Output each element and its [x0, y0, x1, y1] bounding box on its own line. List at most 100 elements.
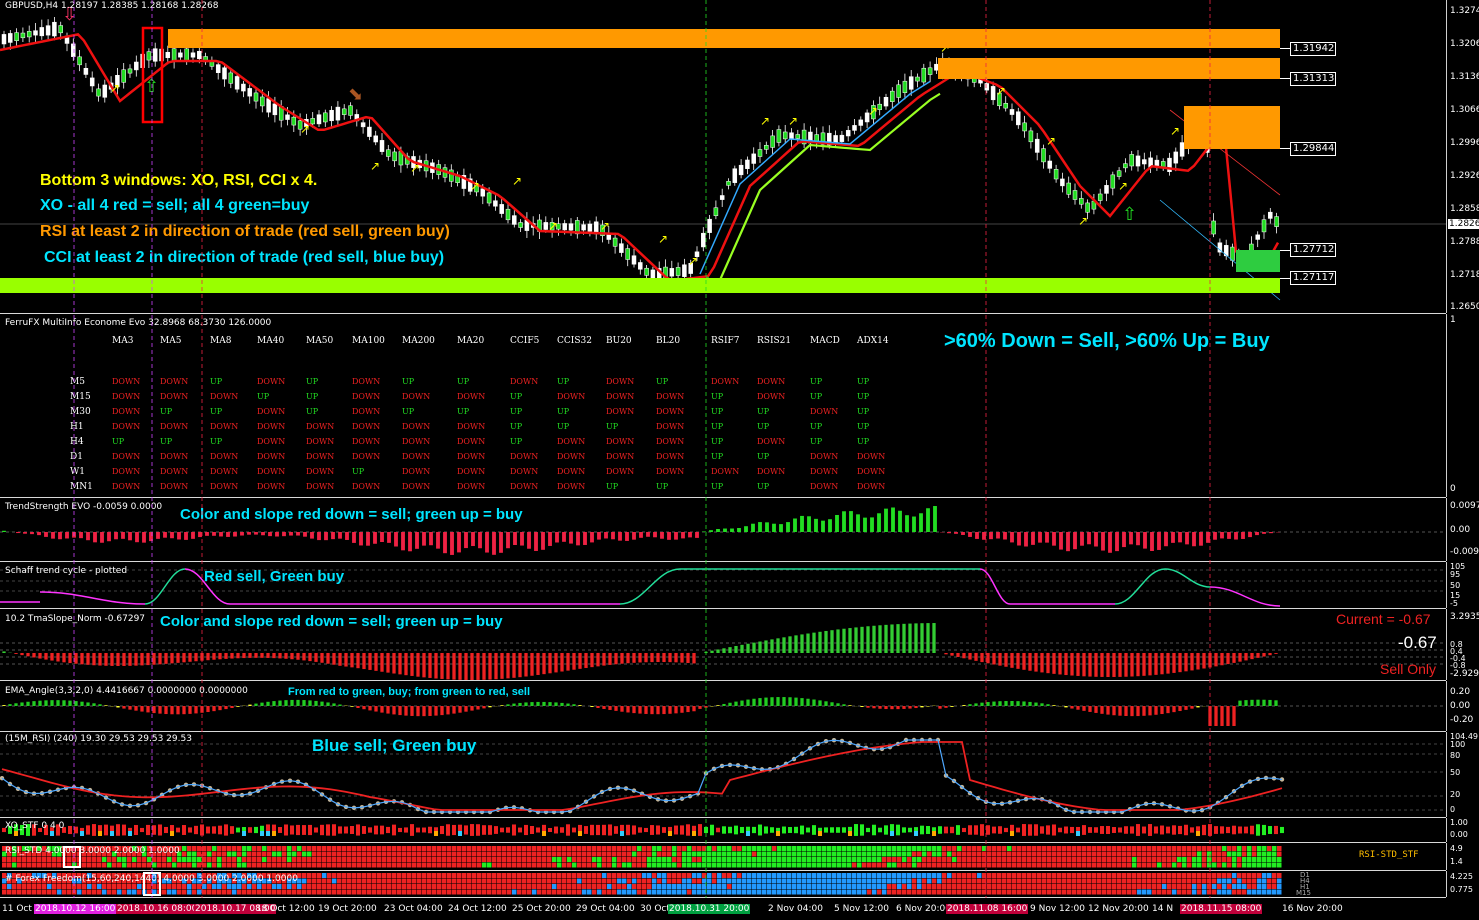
- rsistd-cell: [617, 846, 622, 851]
- multiinfo-pane[interactable]: FerruFX MultiInfo Econome Evo 32.8968 68…: [0, 314, 1446, 498]
- cci-cell: [22, 889, 27, 895]
- rsistd-cell: [1122, 862, 1127, 868]
- axis-tick: 100: [1450, 740, 1466, 749]
- ema-title: EMA_Angle(3,3,2,0) 4.4416667 0.0000000 0…: [5, 686, 248, 696]
- cci-cell: [1107, 884, 1112, 889]
- cci-cell: [1217, 878, 1222, 884]
- cci-cell: [52, 889, 57, 895]
- cci-cell: [1262, 889, 1267, 895]
- schaff-axis[interactable]: 105 95 50 15 -5: [1446, 562, 1479, 608]
- cci-cell: [747, 884, 752, 889]
- trend-axis[interactable]: 0.0097 0.00 -0.0094: [1446, 498, 1479, 561]
- rsistd-cell: [602, 862, 607, 868]
- rsistd-cell: [1122, 857, 1127, 862]
- cci-cell: [297, 889, 302, 895]
- rsistd-cell: [717, 857, 722, 862]
- rsistd-cell: [802, 862, 807, 868]
- price-chart-pane[interactable]: ↗↗↗↗↗↗↗↗↗↗↗↗↗↗↗↗↗↗↗↗⇩⇩⇩⇩⇧⇧⇧⬊ GBPUSD,H4 1…: [0, 0, 1446, 314]
- rsistd-cell: [662, 857, 667, 862]
- cci-cell: [492, 878, 497, 884]
- rsistd-cell: [1242, 851, 1247, 857]
- cci-cell: [1172, 889, 1177, 895]
- rsistd-cell: [557, 851, 562, 857]
- cci-cell: [907, 884, 912, 889]
- rsistd-cell: [1112, 851, 1117, 857]
- cci-cell: [927, 873, 932, 878]
- signal-arrow-icon: ↗: [760, 114, 770, 128]
- cci-cell: [1152, 878, 1157, 884]
- rsistd-cell: [417, 846, 422, 851]
- rsistd-pane[interactable]: RSI_STD 4.0000 3.0000 2.0000 1.0000 RSI-…: [0, 843, 1446, 871]
- cci-cell: [777, 873, 782, 878]
- support-zone-main: [0, 278, 1280, 293]
- rsistd-cell: [177, 857, 182, 862]
- cci-axis[interactable]: 4.225 0.775: [1446, 871, 1479, 897]
- signal-cell: DOWN: [457, 467, 486, 476]
- xo-bar: [932, 831, 936, 836]
- cci-cell: [802, 873, 807, 878]
- rsistd-cell: [237, 851, 242, 857]
- cci-cell: [507, 889, 512, 895]
- time-axis[interactable]: 11 Oct 2018 2018.10.12 16:00 2018.10.16 08…: [0, 898, 1446, 920]
- ema-axis[interactable]: 0.20 0.00 -0.20: [1446, 681, 1479, 731]
- xo-bar: [560, 827, 564, 833]
- cci-cell: [2, 889, 7, 895]
- rsistd-cell: [387, 851, 392, 857]
- cci-cell: [962, 878, 967, 884]
- rsistd-cell: [767, 862, 772, 868]
- xo-axis[interactable]: 1.00 0.00: [1446, 818, 1479, 842]
- tmaslope-pane[interactable]: 10.2 TmaSlope_Norm -0.67297 Color and sl…: [0, 609, 1446, 681]
- rsi-pane[interactable]: (15M_RSI) (240) 19.30 29.53 29.53 29.53 …: [0, 732, 1446, 818]
- rsistd-cell: [782, 851, 787, 857]
- rsistd-cell: [902, 846, 907, 851]
- rsi-lines: [0, 737, 1446, 815]
- cci-cell: [47, 889, 52, 895]
- rsistd-cell: [222, 857, 227, 862]
- rsistd-cell: [602, 851, 607, 857]
- cci-cell: [597, 878, 602, 884]
- rsistd-cell: [2, 857, 7, 862]
- cci-cell: [322, 873, 327, 878]
- cci-cell: [1002, 889, 1007, 895]
- xo-bar: [488, 825, 492, 835]
- rsistd-cell: [732, 862, 737, 868]
- rsistd-cell: [1142, 862, 1147, 868]
- cci-cell: [167, 889, 172, 895]
- price-tick: 1.2788: [1450, 237, 1479, 247]
- rsistd-cell: [262, 846, 267, 851]
- xo-pane[interactable]: XO_STF 0 4 0: [0, 818, 1446, 843]
- cci-cell: [1047, 878, 1052, 884]
- cci-cell: [312, 889, 317, 895]
- rsistd-cell: [177, 862, 182, 868]
- xo-bar: [302, 825, 306, 835]
- rsi-axis[interactable]: 104.49 100 80 50 20 0: [1446, 732, 1479, 817]
- trendstrength-pane[interactable]: TrendStrength EVO -0.0059 0.0000 Color a…: [0, 498, 1446, 562]
- rsistd-cell: [762, 862, 767, 868]
- rsistd-cell: [737, 857, 742, 862]
- signal-cell: UP: [510, 437, 523, 446]
- multiinfo-axis[interactable]: 1 0: [1446, 314, 1479, 497]
- cci-cell: [522, 889, 527, 895]
- candle-body: [152, 48, 158, 62]
- cci-pane[interactable]: # Forex Freedom(15,60,240,1440) 4.0000 3…: [0, 871, 1446, 898]
- rsistd-cell: [517, 857, 522, 862]
- cci-cell: [502, 884, 507, 889]
- xo-bar: [794, 826, 798, 834]
- rsistd-cell: [182, 851, 187, 857]
- xo-bar: [152, 825, 156, 835]
- rsistd-cell: [832, 857, 837, 862]
- ema-angle-pane[interactable]: EMA_Angle(3,3,2,0) 4.4416667 0.0000000 0…: [0, 681, 1446, 732]
- cci-cell: [942, 878, 947, 884]
- cci-cell: [322, 884, 327, 889]
- cci-cell: [702, 884, 707, 889]
- rsistd-cell: [832, 851, 837, 857]
- xo-bar: [506, 827, 510, 833]
- rsistd-cell: [547, 857, 552, 862]
- rsistd-axis[interactable]: 4.9 1.4: [1446, 843, 1479, 870]
- schaff-pane[interactable]: Schaff trend cycle - plotted Red sell, G…: [0, 562, 1446, 609]
- price-axis[interactable]: 1.3274 1.3206 1.3136 1.3066 1.2996 1.292…: [1446, 0, 1479, 313]
- cci-cell: [352, 873, 357, 878]
- rsistd-cell: [792, 851, 797, 857]
- cci-cell: [977, 878, 982, 884]
- tma-axis[interactable]: 3.2935 0.8 0.4 -0.4 -0.8 -2.9291: [1446, 609, 1479, 680]
